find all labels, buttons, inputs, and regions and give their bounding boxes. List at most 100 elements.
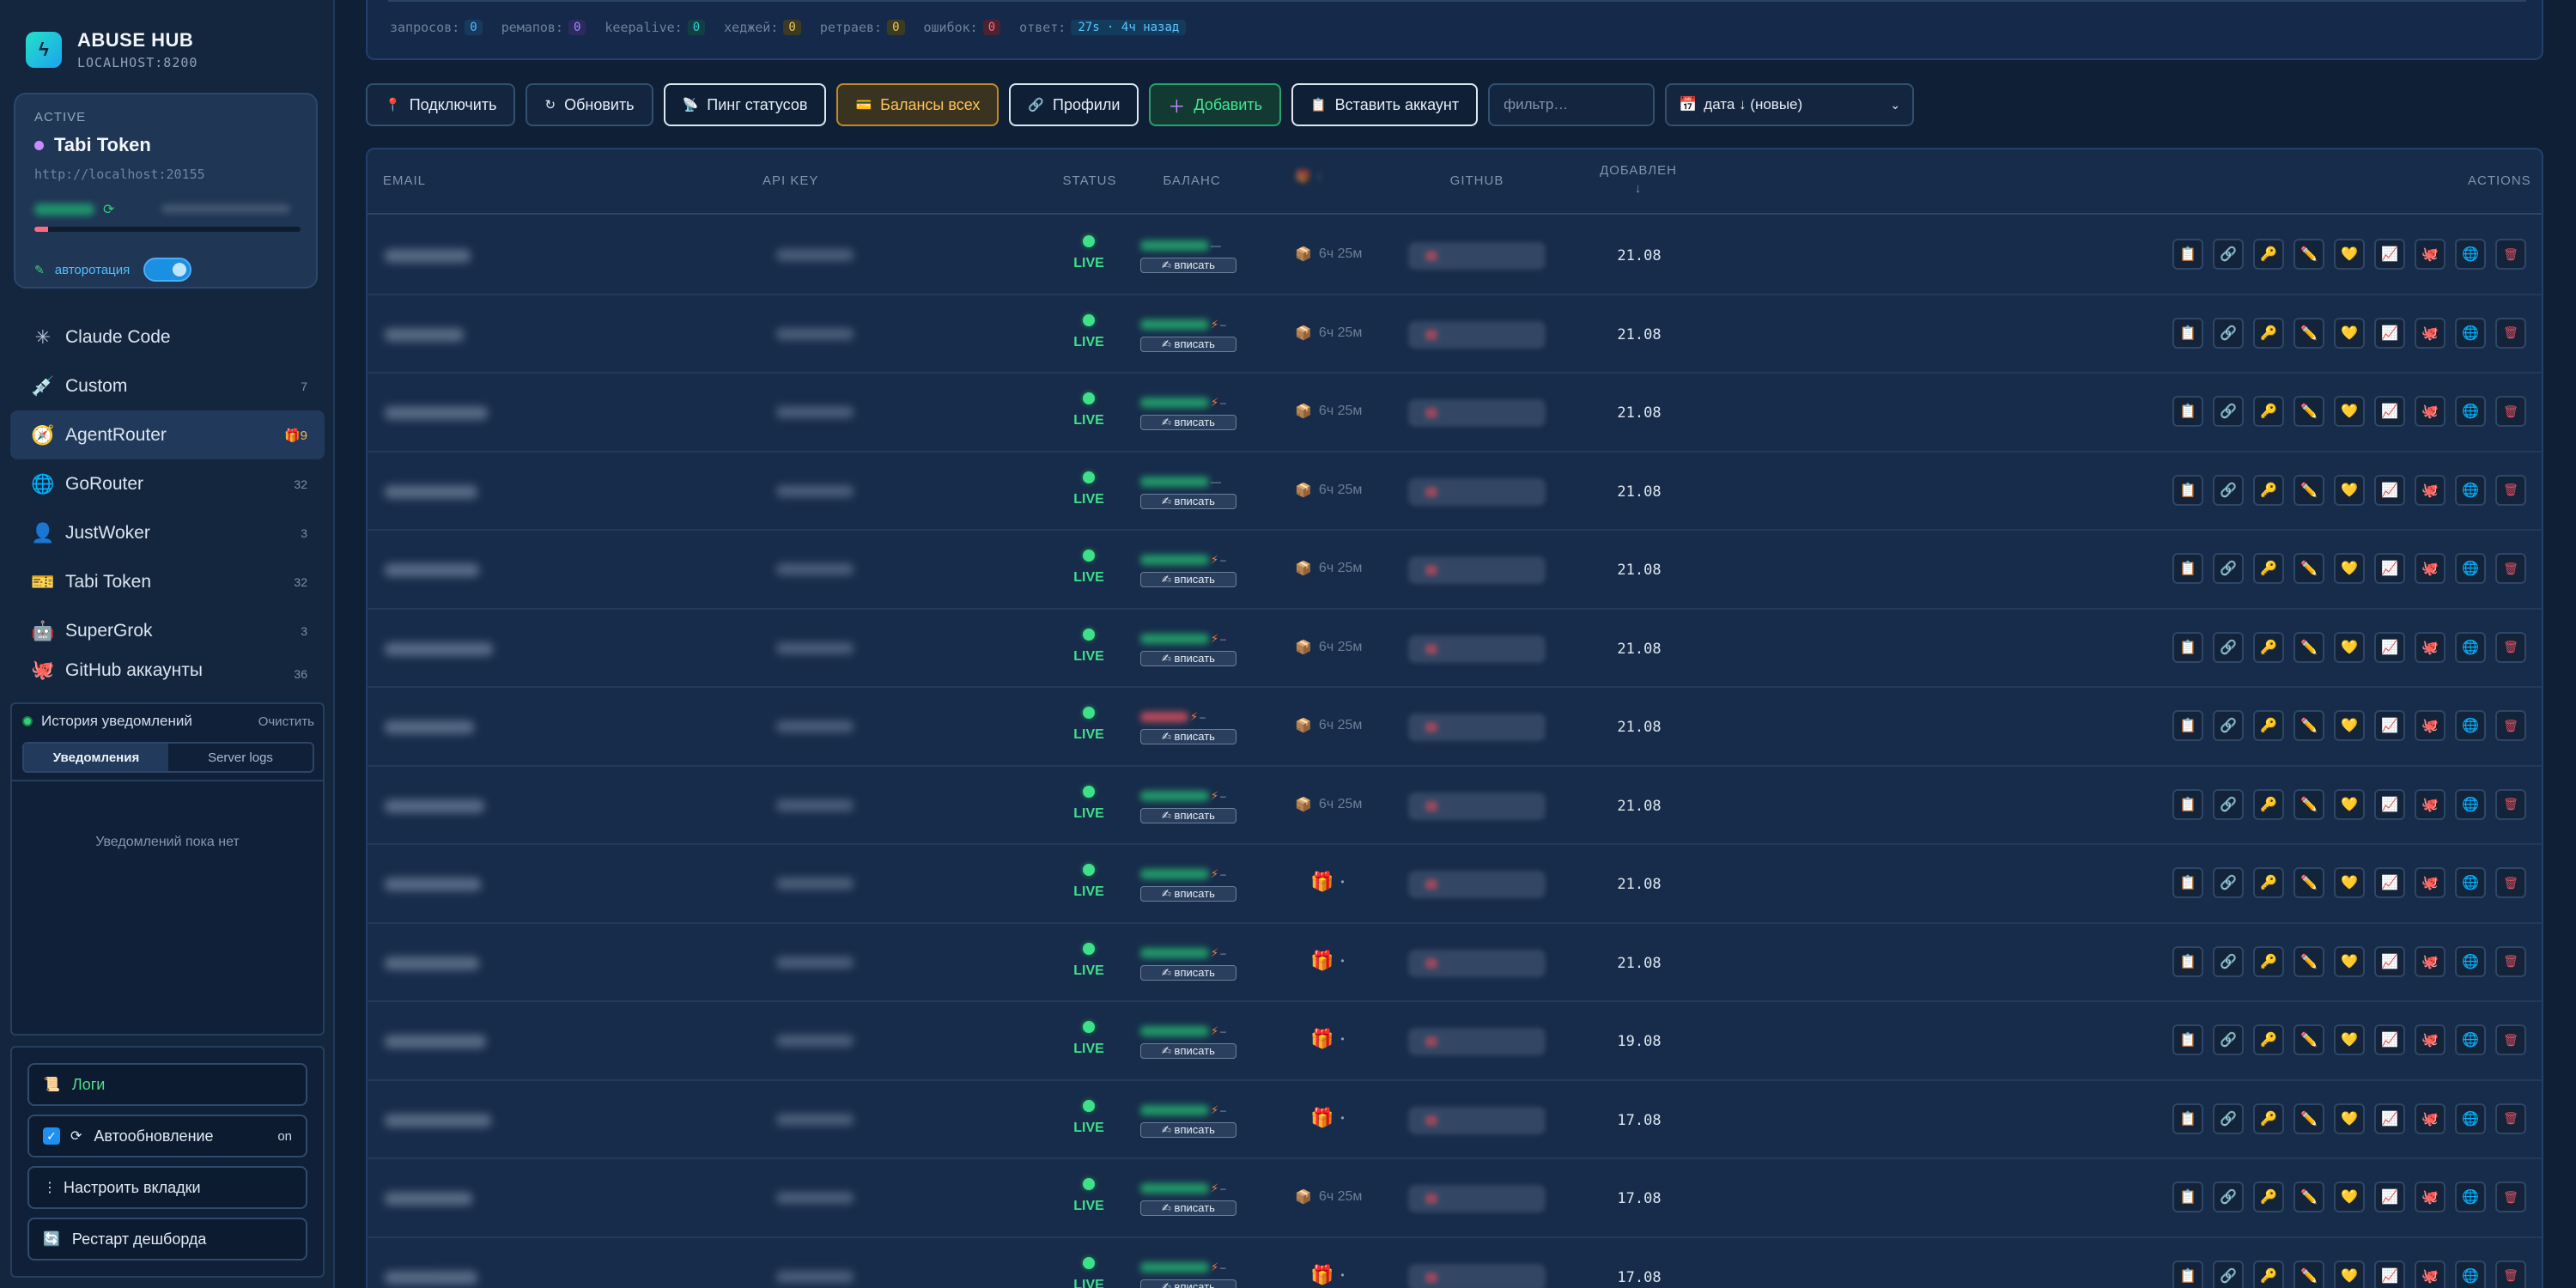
table-row[interactable]: LIVE ⚡ – ✍ вписать 📦 6ч 25м 21.08 📋 🔗 🔑 ✏️ 💛 📈 🐙… <box>368 767 2542 845</box>
globe-action-button[interactable]: 🌐 <box>2455 1182 2486 1212</box>
clipboard-action-button[interactable]: 📋 <box>2172 1024 2203 1055</box>
write-balance-button[interactable]: ✍ вписать <box>1140 964 1236 981</box>
trash-action-button[interactable]: 🗑 <box>2495 474 2526 506</box>
heart-action-button[interactable]: 💛 <box>2334 396 2365 427</box>
col-github[interactable]: GITHUB <box>1434 173 1520 188</box>
link-action-button[interactable]: 🔗 <box>2213 1024 2244 1055</box>
clipboard-action-button[interactable]: 📋 <box>2172 1103 2203 1134</box>
autoupdate-toggle[interactable]: ✓ ⟳ Автообновление on <box>27 1115 307 1157</box>
tab-server-logs[interactable]: Server logs <box>168 744 313 771</box>
col-balance[interactable]: БАЛАНС <box>1149 173 1235 188</box>
key-action-button[interactable]: 🔑 <box>2253 396 2284 427</box>
table-row[interactable]: LIVE — ✍ вписать 📦 6ч 25м 21.08 📋 🔗 🔑 ✏️ 💛 📈 🐙 🌐… <box>368 453 2542 531</box>
octopus-action-button[interactable]: 🐙 <box>2415 1182 2445 1212</box>
globe-action-button[interactable]: 🌐 <box>2455 945 2486 977</box>
pencil-action-button[interactable]: ✏️ <box>2293 396 2324 427</box>
chart-action-button[interactable]: 📈 <box>2374 474 2405 506</box>
write-balance-button[interactable]: ✍ вписать <box>1140 1279 1236 1288</box>
col-tier[interactable]: 🎁 ↕ <box>1295 168 1323 184</box>
clipboard-action-button[interactable]: 📋 <box>2172 474 2203 506</box>
link-action-button[interactable]: 🔗 <box>2213 1182 2244 1212</box>
write-balance-button[interactable]: ✍ вписать <box>1140 1200 1236 1216</box>
key-action-button[interactable]: 🔑 <box>2253 1260 2284 1288</box>
trash-action-button[interactable]: 🗑 <box>2495 1260 2526 1288</box>
col-api-key[interactable]: API KEY <box>762 173 818 188</box>
chart-action-button[interactable]: 📈 <box>2374 1260 2405 1288</box>
globe-action-button[interactable]: 🌐 <box>2455 396 2486 427</box>
key-action-button[interactable]: 🔑 <box>2253 1182 2284 1212</box>
key-action-button[interactable]: 🔑 <box>2253 788 2284 820</box>
all-balances-button[interactable]: 💳 Балансы всех <box>836 83 999 126</box>
chart-action-button[interactable]: 📈 <box>2374 710 2405 741</box>
write-balance-button[interactable]: ✍ вписать <box>1140 572 1236 587</box>
email-cell[interactable] <box>385 1270 477 1285</box>
email-cell[interactable] <box>385 799 484 813</box>
heart-action-button[interactable]: 💛 <box>2334 553 2365 584</box>
chart-action-button[interactable]: 📈 <box>2374 1182 2405 1212</box>
clipboard-action-button[interactable]: 📋 <box>2172 553 2203 584</box>
key-action-button[interactable]: 🔑 <box>2253 239 2284 270</box>
table-row[interactable]: LIVE ⚡ – ✍ вписать 🎁 • 19.08 📋 🔗 🔑 ✏️ 💛 📈 🐙 🌐 🗑 <box>368 1002 2542 1081</box>
email-cell[interactable] <box>385 720 474 734</box>
octopus-action-button[interactable]: 🐙 <box>2415 553 2445 584</box>
key-action-button[interactable]: 🔑 <box>2253 867 2284 898</box>
table-row[interactable]: LIVE ⚡ – ✍ вписать 📦 6ч 25м 21.08 📋 🔗 🔑 ✏️ 💛 📈 🐙… <box>368 531 2542 610</box>
chart-action-button[interactable]: 📈 <box>2374 788 2405 820</box>
pencil-action-button[interactable]: ✏️ <box>2293 1182 2324 1212</box>
write-balance-button[interactable]: ✍ вписать <box>1140 886 1236 902</box>
add-button[interactable]: ＋ Добавить <box>1149 83 1281 126</box>
link-action-button[interactable]: 🔗 <box>2213 396 2244 427</box>
link-action-button[interactable]: 🔗 <box>2213 867 2244 898</box>
chart-action-button[interactable]: 📈 <box>2374 1103 2405 1134</box>
email-cell[interactable] <box>385 327 464 342</box>
email-cell[interactable] <box>385 1192 472 1206</box>
globe-action-button[interactable]: 🌐 <box>2455 788 2486 820</box>
pencil-action-button[interactable]: ✏️ <box>2293 1024 2324 1055</box>
api-key-cell[interactable] <box>776 249 854 261</box>
clipboard-action-button[interactable]: 📋 <box>2172 631 2203 663</box>
nav-item-github-accounts[interactable]: 🐙 GitHub аккаунты 36 <box>10 655 325 681</box>
nav-item-tabi-token[interactable]: 🎫 Tabi Token 32 <box>10 557 325 606</box>
api-key-cell[interactable] <box>776 1035 854 1047</box>
octopus-action-button[interactable]: 🐙 <box>2415 1260 2445 1288</box>
trash-action-button[interactable]: 🗑 <box>2495 317 2526 349</box>
clear-notifications-button[interactable]: Очистить <box>258 714 314 729</box>
pencil-action-button[interactable]: ✏️ <box>2293 239 2324 270</box>
api-key-cell[interactable] <box>776 563 854 575</box>
email-cell[interactable] <box>385 406 488 420</box>
octopus-action-button[interactable]: 🐙 <box>2415 631 2445 663</box>
octopus-action-button[interactable]: 🐙 <box>2415 396 2445 427</box>
table-row[interactable]: LIVE ⚡ – ✍ вписать 📦 6ч 25м 21.08 📋 🔗 🔑 ✏️ 💛 📈 🐙… <box>368 374 2542 453</box>
nav-item-claude-code[interactable]: ✳ Claude Code <box>10 313 325 361</box>
trash-action-button[interactable]: 🗑 <box>2495 1103 2526 1134</box>
pencil-action-button[interactable]: ✏️ <box>2293 788 2324 820</box>
link-action-button[interactable]: 🔗 <box>2213 553 2244 584</box>
col-added[interactable]: ДОБАВЛЕН ↓ <box>1578 163 1698 196</box>
globe-action-button[interactable]: 🌐 <box>2455 317 2486 349</box>
pencil-action-button[interactable]: ✏️ <box>2293 945 2324 977</box>
key-action-button[interactable]: 🔑 <box>2253 553 2284 584</box>
write-balance-button[interactable]: ✍ вписать <box>1140 1043 1236 1059</box>
globe-action-button[interactable]: 🌐 <box>2455 1103 2486 1134</box>
octopus-action-button[interactable]: 🐙 <box>2415 1103 2445 1134</box>
api-key-cell[interactable] <box>776 1113 854 1126</box>
profiles-button[interactable]: 🔗 Профили <box>1009 83 1139 126</box>
pencil-action-button[interactable]: ✏️ <box>2293 631 2324 663</box>
email-cell[interactable] <box>385 878 481 891</box>
nav-item-gorouter[interactable]: 🌐 GoRouter 32 <box>10 459 325 508</box>
pencil-action-button[interactable]: ✏️ <box>2293 317 2324 349</box>
globe-action-button[interactable]: 🌐 <box>2455 867 2486 898</box>
globe-action-button[interactable]: 🌐 <box>2455 553 2486 584</box>
trash-action-button[interactable]: 🗑 <box>2495 710 2526 741</box>
checkbox[interactable]: ✓ <box>43 1127 60 1145</box>
link-action-button[interactable]: 🔗 <box>2213 631 2244 663</box>
table-row[interactable]: LIVE ⚡ – ✍ вписать 📦 6ч 25м 21.08 📋 🔗 🔑 ✏️ 💛 📈 🐙… <box>368 295 2542 374</box>
heart-action-button[interactable]: 💛 <box>2334 239 2365 270</box>
col-email[interactable]: EMAIL <box>383 173 426 188</box>
tab-notifications[interactable]: Уведомления <box>24 744 168 771</box>
chart-action-button[interactable]: 📈 <box>2374 317 2405 349</box>
table-row[interactable]: LIVE ⚡ – ✍ вписать 🎁 • 17.08 📋 🔗 🔑 ✏️ 💛 📈 🐙 🌐 🗑 <box>368 1238 2542 1288</box>
sort-select[interactable]: 📅 дата ↓ (новые) ⌄ <box>1665 83 1915 126</box>
refresh-icon[interactable]: ⟳ <box>103 201 114 218</box>
heart-action-button[interactable]: 💛 <box>2334 1260 2365 1288</box>
